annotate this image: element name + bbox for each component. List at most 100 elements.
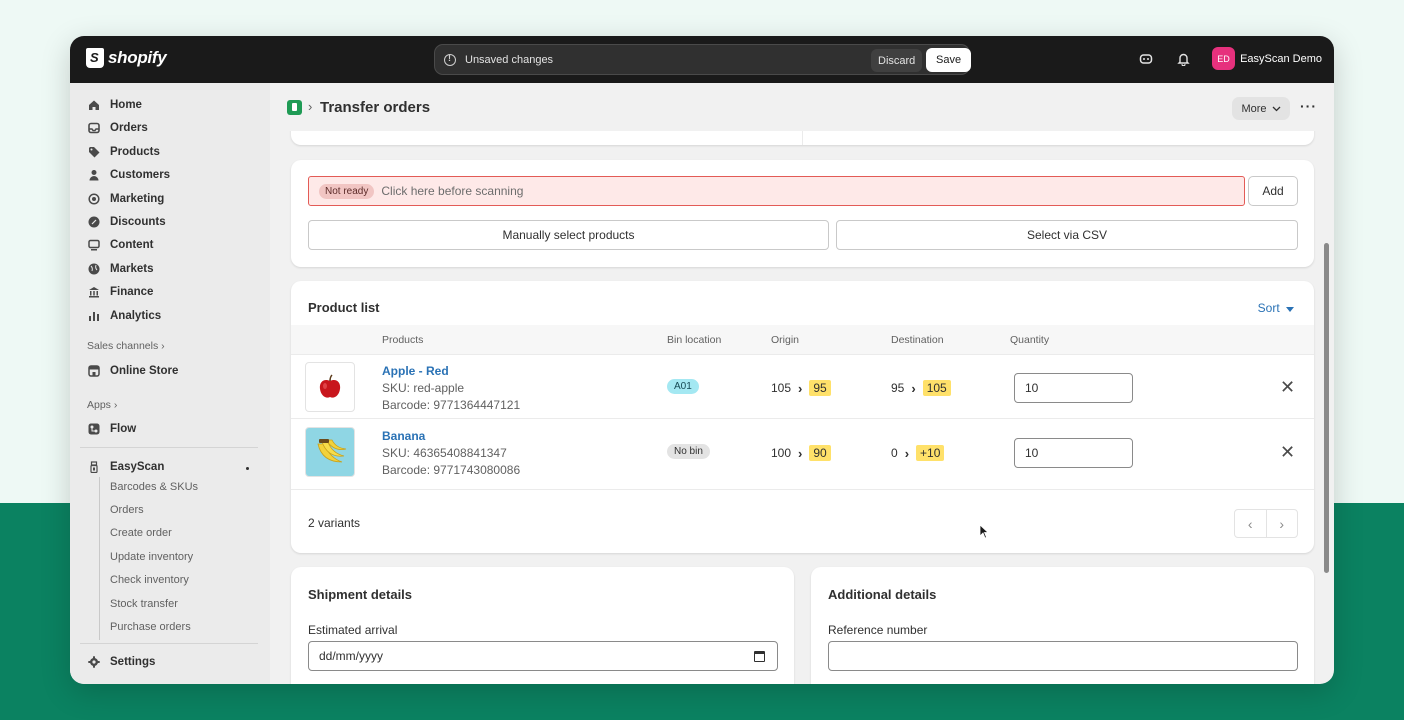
arrow-right-icon: › [798, 445, 803, 461]
chevron-right-icon[interactable]: › [1267, 510, 1298, 537]
destination-change: 0 › +10 [891, 445, 945, 461]
product-list-title: Product list [308, 300, 380, 315]
apps-heading[interactable]: Apps › [87, 399, 117, 411]
product-barcode: Barcode: 9771364447121 [382, 398, 521, 412]
quantity-input[interactable]: 10 [1014, 373, 1133, 403]
flow-icon [88, 423, 100, 435]
sidebar-item-label: Orders [110, 122, 148, 134]
shopify-logo[interactable]: shopify [86, 48, 167, 68]
info-icon [444, 53, 456, 66]
origin-from: 100 [771, 446, 792, 460]
sales-channels-heading[interactable]: Sales channels › [87, 340, 165, 352]
sidebar-item-finance[interactable]: Finance [88, 283, 153, 301]
avatar[interactable]: ED [1212, 47, 1236, 70]
storefront-icon [88, 365, 100, 377]
table-row: Apple - Red SKU: red-apple Barcode: 9771… [291, 355, 1314, 419]
sidebar-item-products[interactable]: Products [88, 143, 160, 161]
sidebar-item-label: EasyScan [110, 461, 165, 473]
sidebar-item-content[interactable]: Content [88, 236, 153, 254]
dest-to: +10 [916, 445, 945, 461]
globe-icon [88, 263, 100, 275]
scan-placeholder: Click here before scanning [381, 184, 524, 198]
calendar-icon[interactable] [754, 651, 765, 662]
unsaved-changes-bar: Unsaved changes Discard Save [434, 44, 972, 75]
sidebar-item-label: Home [110, 99, 142, 111]
subnav-item-stock-transfer[interactable]: Stock transfer [110, 598, 178, 610]
sidebar: Home Orders Products Customers Marketing… [70, 83, 270, 684]
sidekick-icon[interactable] [1138, 51, 1154, 67]
product-thumbnail-banana[interactable] [305, 427, 355, 477]
origin-to: 90 [809, 445, 831, 461]
product-name-link[interactable]: Apple - Red [382, 364, 449, 378]
reference-input[interactable] [828, 641, 1298, 671]
orders-icon [88, 122, 100, 134]
sidebar-item-settings[interactable]: Settings [88, 653, 155, 671]
sidebar-item-label: Products [110, 146, 160, 158]
chevron-left-icon[interactable]: ‹ [1235, 510, 1267, 537]
subnav-item-barcodes[interactable]: Barcodes & SKUs [110, 481, 198, 493]
sidebar-item-orders[interactable]: Orders [88, 119, 148, 137]
subnav-item-update-inventory[interactable]: Update inventory [110, 551, 193, 563]
sidebar-item-label: Settings [110, 656, 156, 668]
sidebar-item-analytics[interactable]: Analytics [88, 307, 161, 325]
arrival-label: Estimated arrival [308, 623, 398, 637]
sidebar-item-marketing[interactable]: Marketing [88, 190, 164, 208]
store-name[interactable]: EasyScan Demo [1240, 53, 1322, 65]
dest-from: 0 [891, 446, 898, 460]
origin-change: 105 › 95 [771, 380, 831, 396]
easyscan-app-icon[interactable] [287, 100, 302, 115]
content-icon [88, 239, 100, 251]
sidebar-item-home[interactable]: Home [88, 96, 142, 114]
close-icon[interactable]: ✕ [1280, 377, 1295, 398]
table-row: Banana SKU: 46365408841347 Barcode: 9771… [291, 420, 1314, 490]
sidebar-item-label: Content [110, 239, 154, 251]
save-button[interactable]: Save [926, 48, 972, 72]
add-button[interactable]: Add [1248, 176, 1298, 206]
product-thumbnail-apple[interactable] [305, 362, 355, 412]
column-header: Destination [891, 334, 944, 346]
sidebar-item-online-store[interactable]: Online Store [88, 362, 178, 380]
product-name-link[interactable]: Banana [382, 429, 425, 443]
scanner-card: Not ready Click here before scanning Add… [291, 160, 1314, 267]
sidebar-item-discounts[interactable]: Discounts [88, 213, 166, 231]
column-header: Origin [771, 334, 800, 346]
bell-icon[interactable] [1175, 51, 1191, 67]
column-header: Quantity [1010, 334, 1050, 346]
ellipsis-icon[interactable]: ··· [1300, 98, 1317, 114]
product-sku: SKU: red-apple [382, 381, 465, 395]
subnav-item-orders[interactable]: Orders [110, 504, 144, 516]
sidebar-item-label: Customers [110, 169, 171, 181]
sidebar-divider [80, 447, 258, 448]
arrow-right-icon: › [798, 380, 803, 396]
subnav-item-create-order[interactable]: Create order [110, 527, 172, 539]
arrow-right-icon: › [911, 380, 916, 396]
discount-icon [88, 216, 100, 228]
manually-select-button[interactable]: Manually select products [308, 220, 829, 250]
sidebar-item-customers[interactable]: Customers [88, 166, 170, 184]
subnav-item-check-inventory[interactable]: Check inventory [110, 574, 189, 586]
scrollbar[interactable] [1324, 243, 1329, 573]
active-app-dot [246, 467, 249, 470]
shipment-card: Shipment details Estimated arrival dd/mm… [291, 567, 794, 684]
subnav-item-purchase-orders[interactable]: Purchase orders [110, 621, 191, 633]
sidebar-item-markets[interactable]: Markets [88, 260, 153, 278]
destination-change: 95 › 105 [891, 380, 951, 396]
pagination: ‹ › [1234, 509, 1298, 538]
sidebar-item-label: Discounts [110, 216, 166, 228]
additional-title: Additional details [828, 587, 937, 602]
discard-button[interactable]: Discard [871, 49, 923, 72]
sidebar-item-flow[interactable]: Flow [88, 420, 136, 438]
more-actions-button[interactable]: More [1232, 97, 1290, 120]
quantity-input[interactable]: 10 [1014, 438, 1133, 468]
arrival-date-input[interactable]: dd/mm/yyyy [308, 641, 778, 671]
breadcrumb-chevron-icon: › [308, 99, 313, 114]
select-csv-button[interactable]: Select via CSV [836, 220, 1298, 250]
sort-button[interactable]: Sort [1258, 301, 1294, 315]
sidebar-item-easyscan[interactable]: EasyScan [88, 458, 164, 476]
close-icon[interactable]: ✕ [1280, 442, 1295, 463]
column-header: Products [382, 334, 424, 346]
table-header: Products Bin location Origin Destination… [291, 325, 1314, 355]
sidebar-item-label: Finance [110, 286, 154, 298]
home-icon [88, 99, 100, 111]
scan-input[interactable]: Not ready Click here before scanning [308, 176, 1245, 206]
